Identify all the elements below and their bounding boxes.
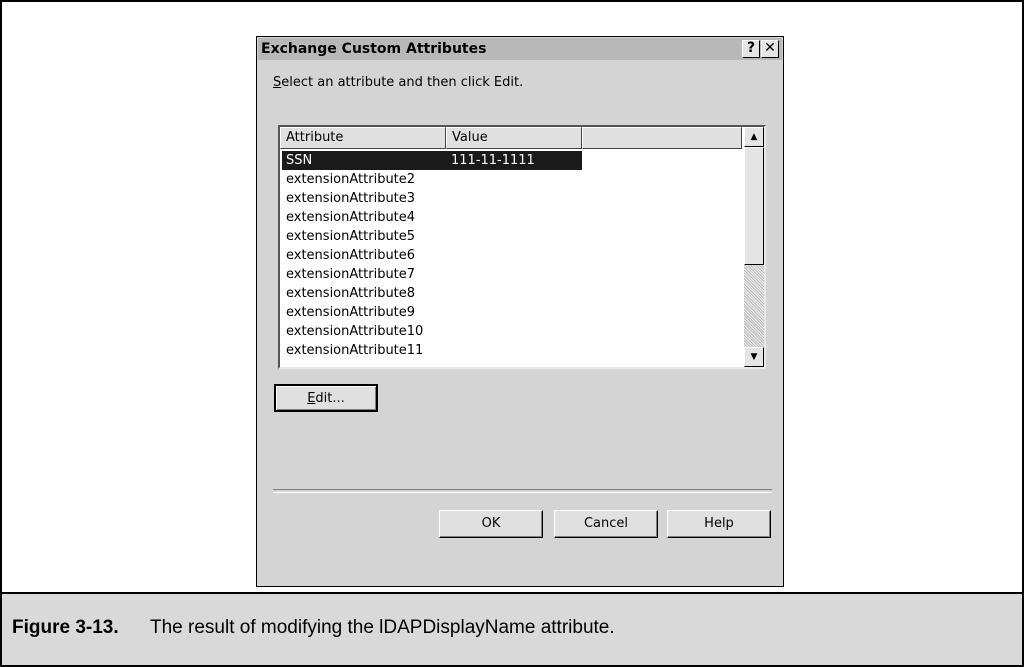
scroll-down-icon[interactable]: ▼	[744, 347, 764, 367]
figure-caption: The result of modifying the lDAPDisplayN…	[150, 617, 615, 638]
cancel-button[interactable]: Cancel	[554, 510, 658, 538]
list-item[interactable]: extensionAttribute10	[282, 322, 742, 341]
attribute-cell: extensionAttribute3	[286, 191, 416, 206]
list-item[interactable]: SSN 111-11-1111	[282, 151, 742, 170]
list-item[interactable]: extensionAttribute4	[282, 208, 742, 227]
value-cell	[448, 227, 582, 246]
scroll-thumb[interactable]	[744, 147, 764, 265]
attribute-cell: SSN	[282, 151, 448, 170]
close-button[interactable]: ✕	[761, 40, 779, 58]
list-item[interactable]: extensionAttribute8	[282, 284, 742, 303]
list-item[interactable]: extensionAttribute5	[282, 227, 742, 246]
instruction-label: Select an attribute and then click Edit.	[273, 75, 524, 90]
value-cell	[448, 246, 582, 265]
attribute-cell: extensionAttribute8	[286, 286, 416, 301]
dialog-title: Exchange Custom Attributes	[261, 41, 487, 57]
value-cell	[448, 170, 582, 189]
scroll-up-icon[interactable]: ▲	[744, 127, 764, 147]
list-item[interactable]: extensionAttribute6	[282, 246, 742, 265]
attribute-cell: extensionAttribute5	[286, 229, 416, 244]
list-item[interactable]: extensionAttribute7	[282, 265, 742, 284]
vertical-scrollbar[interactable]: ▲ ▼	[744, 127, 764, 367]
column-header-attribute[interactable]: Attribute	[280, 127, 446, 149]
list-item[interactable]: extensionAttribute9	[282, 303, 742, 322]
ok-button[interactable]: OK	[439, 510, 543, 538]
attribute-cell: extensionAttribute2	[286, 172, 416, 187]
help-title-button[interactable]: ?	[742, 40, 760, 58]
title-bar: Exchange Custom Attributes ? ✕	[258, 38, 782, 60]
separator	[273, 489, 772, 493]
attribute-cell: extensionAttribute4	[286, 210, 416, 225]
value-cell	[448, 284, 582, 303]
column-header-empty	[582, 127, 742, 149]
list-header: Attribute Value	[280, 127, 742, 149]
figure-number: Figure 3-13.	[12, 617, 119, 638]
attribute-cell: extensionAttribute9	[286, 305, 416, 320]
list-item[interactable]: extensionAttribute2	[282, 170, 742, 189]
value-cell	[448, 322, 582, 341]
scroll-track[interactable]	[744, 265, 764, 347]
attribute-list[interactable]: Attribute Value SSN 111-11-1111 extensionA…	[278, 125, 766, 369]
value-cell	[448, 341, 582, 360]
attribute-cell: extensionAttribute10	[286, 324, 424, 339]
help-button[interactable]: Help	[667, 510, 771, 538]
edit-button[interactable]: Edit...	[274, 384, 378, 412]
value-cell: 111-11-1111	[448, 151, 582, 170]
exchange-custom-attributes-dialog: Exchange Custom Attributes ? ✕ Select an…	[256, 36, 784, 587]
attribute-cell: extensionAttribute7	[286, 267, 416, 282]
value-cell	[448, 303, 582, 322]
value-cell	[448, 265, 582, 284]
list-item[interactable]: extensionAttribute11	[282, 341, 742, 360]
list-item[interactable]: extensionAttribute3	[282, 189, 742, 208]
column-header-value[interactable]: Value	[446, 127, 582, 149]
list-rows: SSN 111-11-1111 extensionAttribute2 extensi…	[282, 151, 742, 360]
attribute-cell: extensionAttribute6	[286, 248, 416, 263]
value-cell	[448, 189, 582, 208]
value-cell	[448, 208, 582, 227]
attribute-cell: extensionAttribute11	[286, 343, 424, 358]
caption-bar: Figure 3-13. The result of modifying the…	[2, 592, 1022, 665]
